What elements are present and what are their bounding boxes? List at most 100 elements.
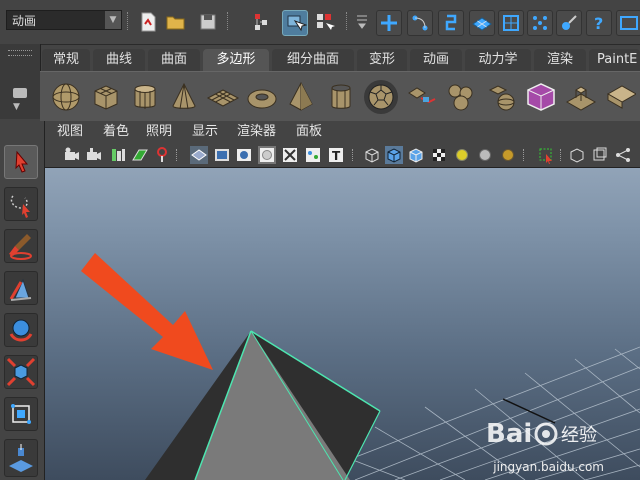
tab-rendering[interactable]: 渲染 — [534, 49, 586, 71]
svg-text:?: ? — [594, 14, 603, 33]
snap-view-plane-icon[interactable] — [469, 10, 495, 36]
snap-curve-icon[interactable] — [407, 10, 433, 36]
filter-icon[interactable] — [350, 10, 374, 34]
safe-action-icon[interactable] — [258, 146, 276, 164]
snap-point-icon[interactable] — [438, 10, 464, 36]
wire-on-shaded-icon[interactable] — [407, 146, 425, 164]
image-plane-icon[interactable] — [131, 146, 149, 164]
tab-dynamics[interactable]: 动力学 — [465, 49, 531, 71]
panel-menu-bar: 视图 着色 照明 显示 渲染器 面板 — [45, 121, 640, 143]
camera-attributes-icon[interactable] — [85, 146, 103, 164]
snap-live-icon[interactable] — [498, 10, 524, 36]
help-icon[interactable]: ? — [586, 10, 612, 36]
ambient-occlusion-icon[interactable] — [499, 146, 517, 164]
tab-curves[interactable]: 曲线 — [93, 49, 145, 71]
shadows-icon[interactable] — [476, 146, 494, 164]
use-all-lights-icon[interactable] — [453, 146, 471, 164]
chevron-down-icon[interactable]: ▼ — [13, 102, 20, 112]
menu-show[interactable]: 显示 — [192, 121, 218, 143]
select-object-icon[interactable] — [282, 10, 308, 36]
menu-view[interactable]: 视图 — [57, 121, 83, 143]
separator — [523, 149, 526, 161]
rotate-tool-icon[interactable] — [4, 313, 38, 347]
poly-torus-icon[interactable] — [245, 80, 279, 114]
save-icon[interactable] — [196, 10, 220, 34]
smooth-shade-icon[interactable] — [385, 146, 403, 164]
svg-text:经验: 经验 — [561, 425, 597, 446]
menu-set-dropdown[interactable]: 动画 ▼ — [6, 10, 122, 30]
history-icon[interactable] — [527, 10, 553, 36]
render-frame-icon[interactable] — [556, 10, 582, 36]
baidu-jingyan-watermark: Bai 经验 — [486, 419, 597, 449]
tab-surfaces[interactable]: 曲面 — [148, 49, 200, 71]
select-hierarchy-icon[interactable] — [251, 10, 275, 34]
poly-helix-icon[interactable] — [404, 80, 438, 114]
svg-text:T: T — [332, 149, 341, 163]
separator — [176, 149, 179, 161]
soft-mod-tool-icon[interactable] — [4, 439, 38, 477]
open-folder-icon[interactable] — [164, 10, 188, 34]
move-tool-icon[interactable] — [4, 271, 38, 305]
bevel-icon[interactable] — [602, 80, 636, 114]
tab-paint-effects[interactable]: PaintE — [589, 49, 640, 71]
film-gate-icon[interactable] — [153, 146, 171, 164]
manipulator-tool-icon[interactable] — [4, 397, 38, 431]
select-tool-icon[interactable] — [4, 145, 38, 179]
paint-select-tool-icon[interactable] — [4, 229, 38, 263]
tab-subdiv[interactable]: 细分曲面 — [272, 49, 354, 71]
new-scene-icon[interactable] — [136, 10, 160, 34]
select-component-icon[interactable] — [313, 10, 337, 34]
poly-cube-icon[interactable] — [89, 80, 123, 114]
isolate-select-icon[interactable] — [537, 146, 555, 164]
separate-icon[interactable] — [484, 80, 518, 114]
textured-icon[interactable] — [430, 146, 448, 164]
separator — [560, 149, 563, 161]
menu-panels[interactable]: 面板 — [296, 121, 322, 143]
poly-cylinder-icon[interactable] — [128, 80, 162, 114]
safe-title-icon[interactable] — [281, 146, 299, 164]
separator — [352, 149, 355, 161]
xray-joints-icon[interactable] — [591, 146, 609, 164]
combine-icon[interactable] — [444, 80, 478, 114]
snap-grid-icon[interactable] — [376, 10, 402, 36]
poly-plane-icon[interactable] — [206, 80, 240, 114]
poly-soccer-ball-icon[interactable] — [364, 80, 398, 114]
camera-select-icon[interactable] — [63, 146, 81, 164]
drag-handle[interactable] — [8, 50, 32, 56]
bookmark-icon[interactable] — [109, 146, 127, 164]
tab-general[interactable]: 常规 — [42, 49, 90, 71]
extrude-icon[interactable] — [564, 80, 598, 114]
poly-pipe-icon[interactable] — [324, 80, 358, 114]
shelf-tab-bar: 常规 曲线 曲面 多边形 细分曲面 变形 动画 动力学 渲染 PaintE — [40, 49, 640, 71]
tab-polygons[interactable]: 多边形 — [203, 49, 269, 71]
grid-toggle-icon[interactable] — [190, 146, 208, 164]
separator — [127, 12, 131, 30]
chevron-down-icon[interactable]: ▼ — [105, 11, 121, 29]
separator — [227, 12, 231, 30]
text-hud-icon[interactable]: T — [327, 146, 345, 164]
watermark-url: jingyan.baidu.com — [493, 460, 604, 474]
menu-shading[interactable]: 着色 — [103, 121, 129, 143]
xray-icon[interactable] — [568, 146, 586, 164]
field-chart-icon[interactable] — [304, 146, 322, 164]
tab-animation[interactable]: 动画 — [410, 49, 462, 71]
panel-toolbar: T — [45, 143, 640, 168]
svg-text:Bai: Bai — [486, 419, 532, 449]
smooth-mesh-icon[interactable] — [524, 80, 558, 114]
lasso-tool-icon[interactable] — [4, 187, 38, 221]
poly-sphere-icon[interactable] — [49, 80, 83, 114]
menu-renderer[interactable]: 渲染器 — [237, 121, 276, 143]
share-view-icon[interactable] — [614, 146, 632, 164]
menu-lighting[interactable]: 照明 — [146, 121, 172, 143]
film-strip-icon[interactable] — [213, 146, 231, 164]
tab-deformation[interactable]: 变形 — [357, 49, 407, 71]
scale-tool-icon[interactable] — [4, 355, 38, 389]
poly-cone-icon[interactable] — [167, 80, 201, 114]
poly-pyramid-icon[interactable] — [284, 80, 318, 114]
wireframe-icon[interactable] — [363, 146, 381, 164]
perspective-viewport[interactable]: 视图 着色 照明 显示 渲染器 面板 T Bai 经验 jingyan.baid… — [45, 121, 640, 480]
toggle-panel-icon[interactable] — [616, 10, 640, 36]
resolution-gate-icon[interactable] — [235, 146, 253, 164]
status-line: 动画 ▼ ? — [0, 0, 640, 45]
shelf-options-icon[interactable] — [13, 88, 27, 98]
